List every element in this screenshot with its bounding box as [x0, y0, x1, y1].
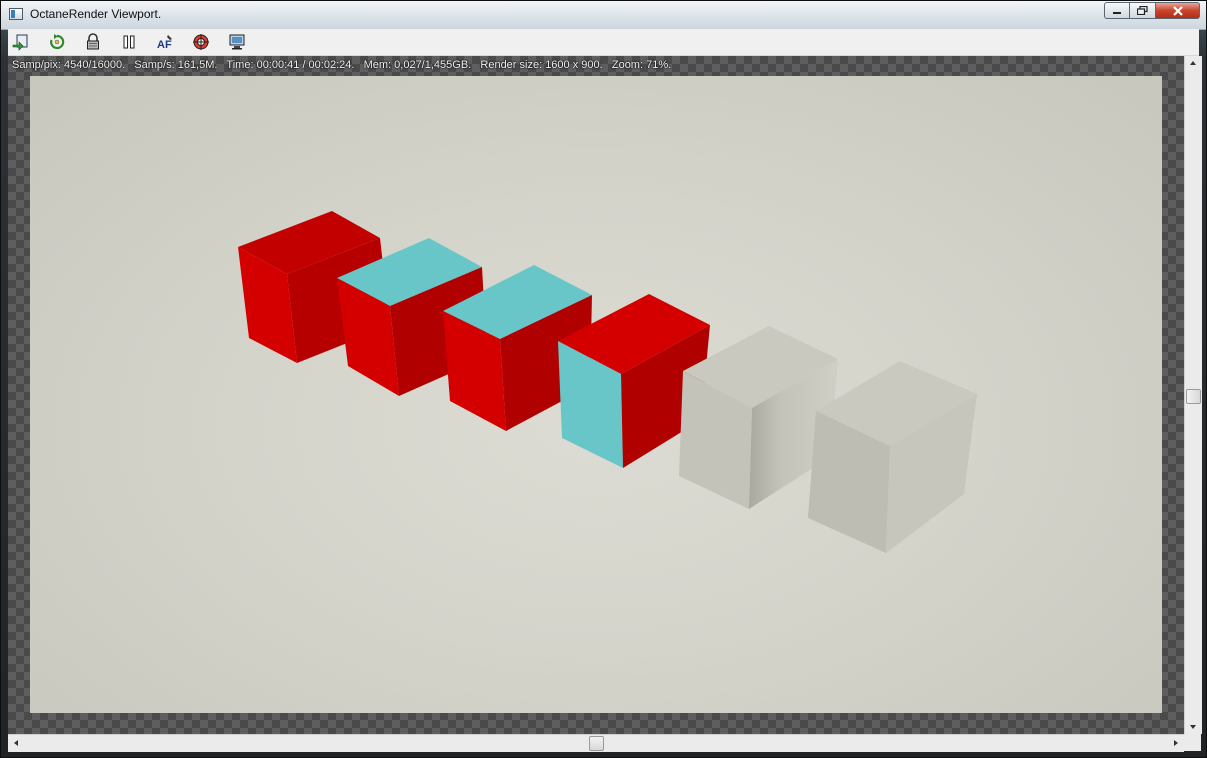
title-bar[interactable]: OctaneRender Viewport. [1, 1, 1206, 30]
restart-render-button[interactable] [47, 32, 67, 52]
rendered-scene [238, 211, 977, 553]
send-scene-button[interactable] [10, 32, 30, 52]
svg-text:AF: AF [157, 39, 172, 51]
focus-picker-icon: AF [157, 35, 172, 51]
viewport-window: OctaneRender Viewport. AF Samp/pix: 4540… [0, 0, 1207, 758]
maximize-button[interactable] [1130, 2, 1156, 19]
vertical-scroll-thumb[interactable] [1186, 389, 1201, 404]
material-picker-icon [193, 34, 209, 50]
window-controls [1104, 2, 1200, 21]
display-settings-icon [229, 34, 245, 50]
horizontal-scrollbar[interactable] [8, 734, 1184, 752]
restart-render-icon [50, 34, 65, 50]
scroll-right-arrow[interactable] [1174, 740, 1178, 746]
toolbar: AF [8, 29, 1199, 56]
pause-icon [123, 35, 135, 49]
restore-icon [1137, 6, 1148, 15]
scroll-up-arrow[interactable] [1190, 61, 1196, 65]
render-viewport[interactable]: Samp/pix: 4540/16000. Samp/s: 161,5M. Ti… [8, 56, 1184, 734]
vertical-scrollbar[interactable] [1184, 56, 1202, 734]
render-image[interactable] [30, 76, 1162, 713]
window-title: OctaneRender Viewport. [30, 7, 162, 21]
material-picker-button[interactable] [191, 32, 211, 52]
send-scene-icon [12, 34, 28, 51]
minimize-button[interactable] [1104, 2, 1130, 19]
display-settings-button[interactable] [227, 32, 247, 52]
horizontal-scroll-thumb[interactable] [589, 736, 604, 751]
close-icon [1172, 5, 1183, 16]
scroll-down-arrow[interactable] [1190, 725, 1196, 729]
minimize-icon [1113, 11, 1121, 14]
close-button[interactable] [1156, 2, 1200, 19]
scroll-left-arrow[interactable] [14, 740, 18, 746]
render-status-line: Samp/pix: 4540/16000. Samp/s: 161,5M. Ti… [12, 59, 672, 71]
pause-button[interactable] [119, 32, 139, 52]
scrollbar-corner [1184, 734, 1201, 751]
lock-button[interactable] [83, 32, 103, 52]
app-icon [9, 8, 23, 20]
focus-picker-button[interactable]: AF [155, 32, 175, 52]
lock-icon [87, 33, 99, 50]
